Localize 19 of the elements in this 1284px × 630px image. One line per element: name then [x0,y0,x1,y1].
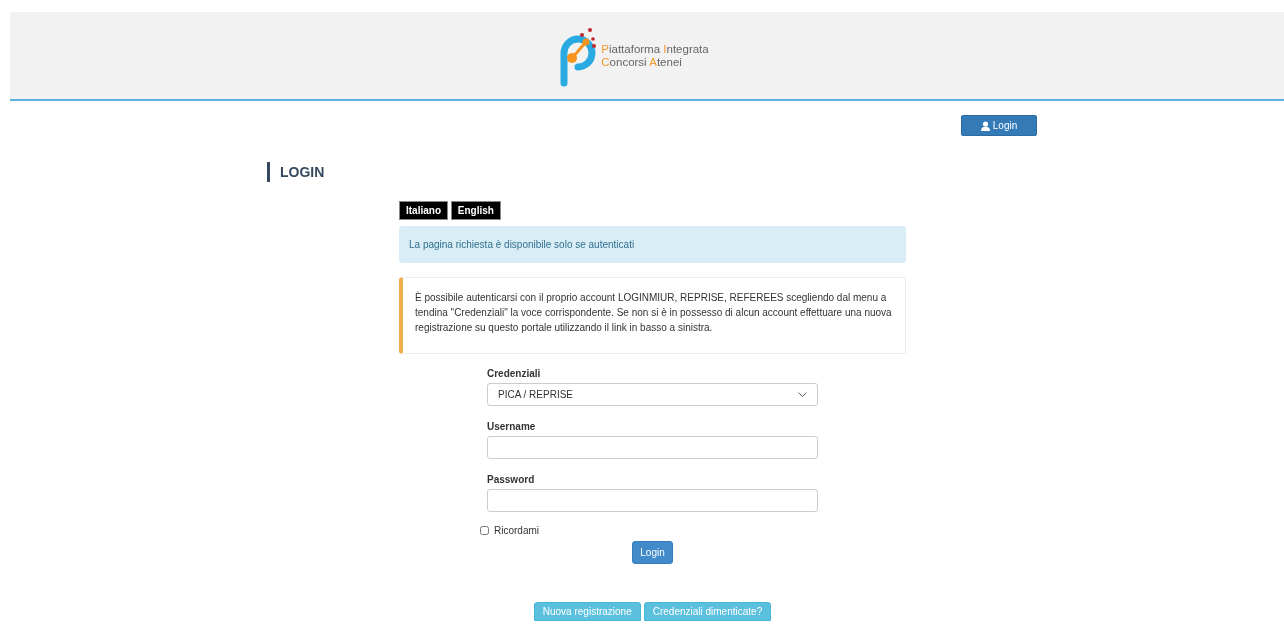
info-alert: La pagina richiesta è disponibile solo se autenticati [399,226,906,263]
checkbox[interactable] [480,526,489,535]
page-title: LOGIN [267,162,1284,182]
field-label: Password [487,473,536,487]
input-field[interactable] [487,436,818,459]
checkbox-label: Ricordami [494,524,539,538]
language-button[interactable]: English [450,201,501,220]
submit-button[interactable]: Login [632,540,673,564]
field-label: Username [487,420,537,434]
language-button[interactable]: Italiano [399,201,448,220]
dropdown-field[interactable]: PICA / REPRISE [487,383,818,406]
logo-text: Concorsi Atenei [601,55,683,69]
logo-text: Piattaforma Integrata [601,42,709,56]
user-icon [980,120,990,131]
field-label: Credenziali [487,367,542,381]
login-button[interactable]: Login [961,115,1037,136]
input-field[interactable] [487,489,818,512]
notice-text: È possibile autenticarsi con il proprio account LOGINMIUR, REPRISE, REFEREES scegliendo dal menu a tendina "Credenziali" la voce corrispondente. Se non si è in possesso di alcun account effettuare una nuova registrazione su questo portale utilizzando il link in basso a sinistra. [399,277,906,354]
chevron-down-icon [798,391,807,398]
